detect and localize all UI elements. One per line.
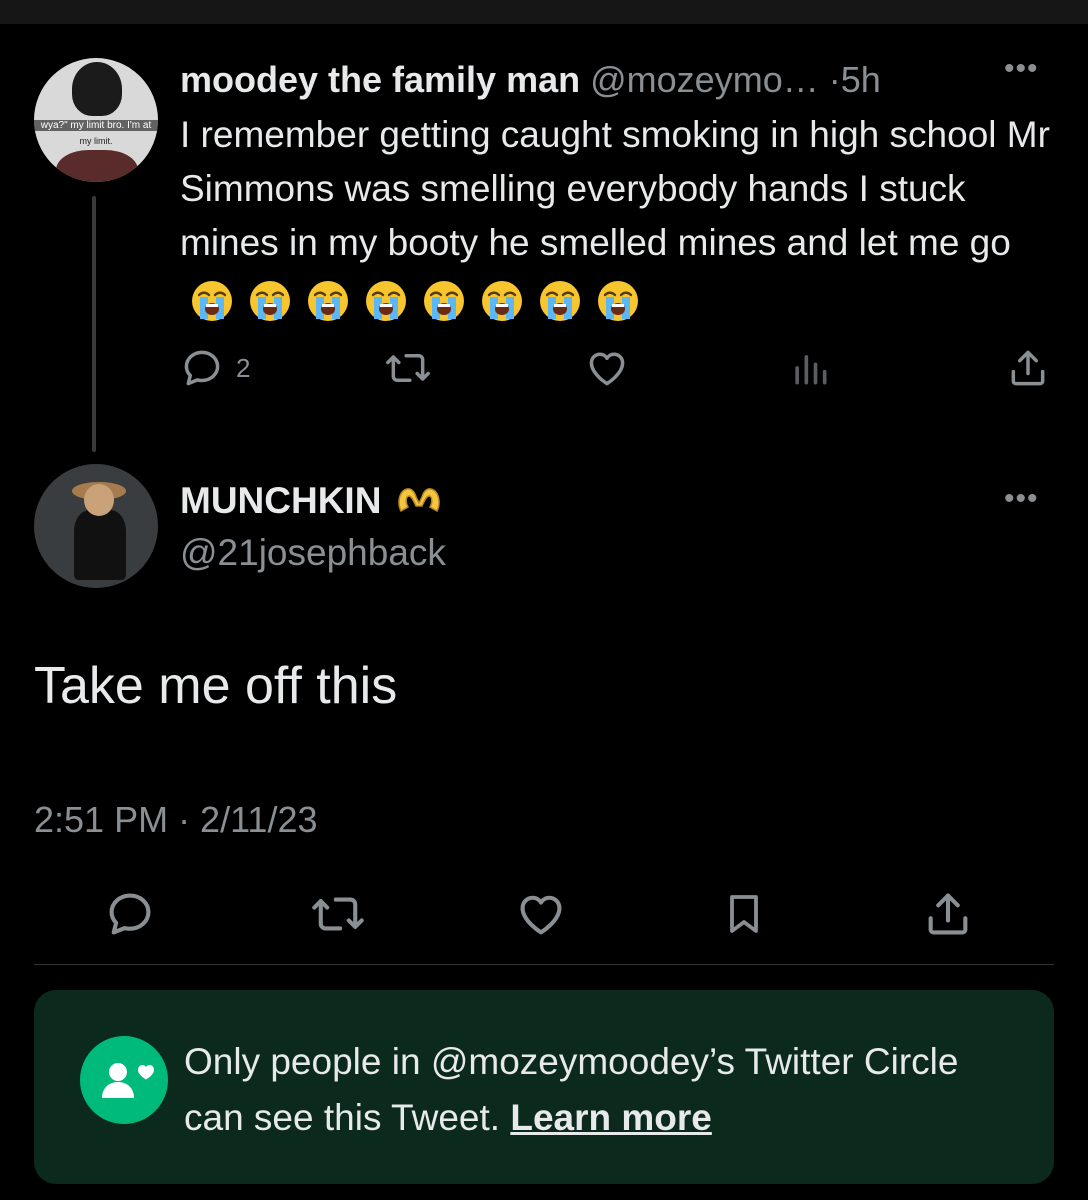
share-icon (1011, 350, 1045, 386)
loudly-crying-face-icon (424, 281, 464, 322)
loudly-crying-face-icon (192, 281, 232, 322)
retweet-button[interactable] (384, 346, 432, 390)
main-like-button[interactable] (514, 888, 568, 940)
main-retweet-button[interactable] (310, 888, 366, 940)
reply-button[interactable]: 2 (180, 346, 250, 390)
parent-author-name[interactable]: moodey the family man (180, 59, 580, 100)
parent-more-button[interactable]: ••• (1004, 52, 1039, 86)
heart-hands-icon (398, 488, 441, 513)
bookmark-button[interactable] (720, 888, 768, 940)
avatar-figure-body (56, 150, 138, 182)
actions-divider (34, 964, 1054, 965)
analytics-icon (795, 355, 827, 385)
reply-icon (109, 893, 151, 935)
avatar-figure-face (84, 484, 114, 516)
main-more-button[interactable]: ••• (1004, 482, 1039, 516)
main-tweet-actions (0, 888, 1088, 948)
retweet-icon (386, 353, 430, 383)
parent-tweet-actions: 2 (0, 346, 1088, 394)
parent-author-handle[interactable]: @mozeymo… (590, 59, 819, 100)
retweet-icon (312, 897, 364, 931)
header-separator: · (828, 59, 841, 100)
parent-tweet-time[interactable]: 5h (841, 59, 881, 100)
parent-tweet-text: I remember getting caught smoking in hig… (180, 114, 1050, 263)
status-bar (0, 0, 1088, 24)
crying-emoji-row (190, 272, 654, 326)
avatar-figure-head (72, 62, 122, 116)
loudly-crying-face-icon (366, 281, 406, 322)
thread-connector-line (92, 196, 96, 452)
loudly-crying-face-icon (250, 281, 290, 322)
views-button[interactable] (790, 346, 830, 390)
avatar-caption: wya?" my limit bro. I'm at (34, 120, 158, 131)
twitter-circle-notice: Only people in @mozeymoodey’s Twitter Ci… (34, 990, 1054, 1184)
main-tweet-text: Take me off this (34, 657, 398, 715)
learn-more-link[interactable]: Learn more (510, 1097, 712, 1138)
main-author-name-row[interactable]: MUNCHKIN (180, 478, 445, 524)
parent-tweet-header: moodey the family man @mozeymo… ·5h (180, 56, 881, 104)
main-author-name: MUNCHKIN (180, 480, 382, 521)
reply-icon (184, 350, 220, 386)
loudly-crying-face-icon (598, 281, 638, 322)
bookmark-icon (730, 895, 758, 933)
loudly-crying-face-icon (540, 281, 580, 322)
share-icon (928, 893, 968, 935)
main-author-handle[interactable]: @21josephback (180, 530, 446, 576)
loudly-crying-face-icon (308, 281, 348, 322)
reply-count: 2 (236, 352, 251, 383)
circle-notice-text-block: Only people in @mozeymoodey’s Twitter Ci… (184, 1034, 1024, 1146)
heart-icon (520, 895, 562, 935)
main-reply-button[interactable] (104, 888, 156, 940)
parent-tweet-body: I remember getting caught smoking in hig… (180, 108, 1060, 326)
main-share-button[interactable] (922, 888, 974, 940)
main-author-avatar[interactable] (34, 464, 158, 588)
share-button[interactable] (1006, 346, 1050, 390)
avatar-caption-2: my limit. (79, 136, 113, 146)
loudly-crying-face-icon (482, 281, 522, 322)
main-tweet-timestamp[interactable]: 2:51 PM · 2/11/23 (34, 796, 318, 844)
avatar-figure-coat (74, 510, 126, 580)
twitter-circle-icon (80, 1036, 168, 1124)
parent-author-avatar[interactable]: wya?" my limit bro. I'm at my limit. (34, 58, 158, 182)
heart-icon (589, 352, 625, 386)
like-button[interactable] (584, 346, 630, 390)
